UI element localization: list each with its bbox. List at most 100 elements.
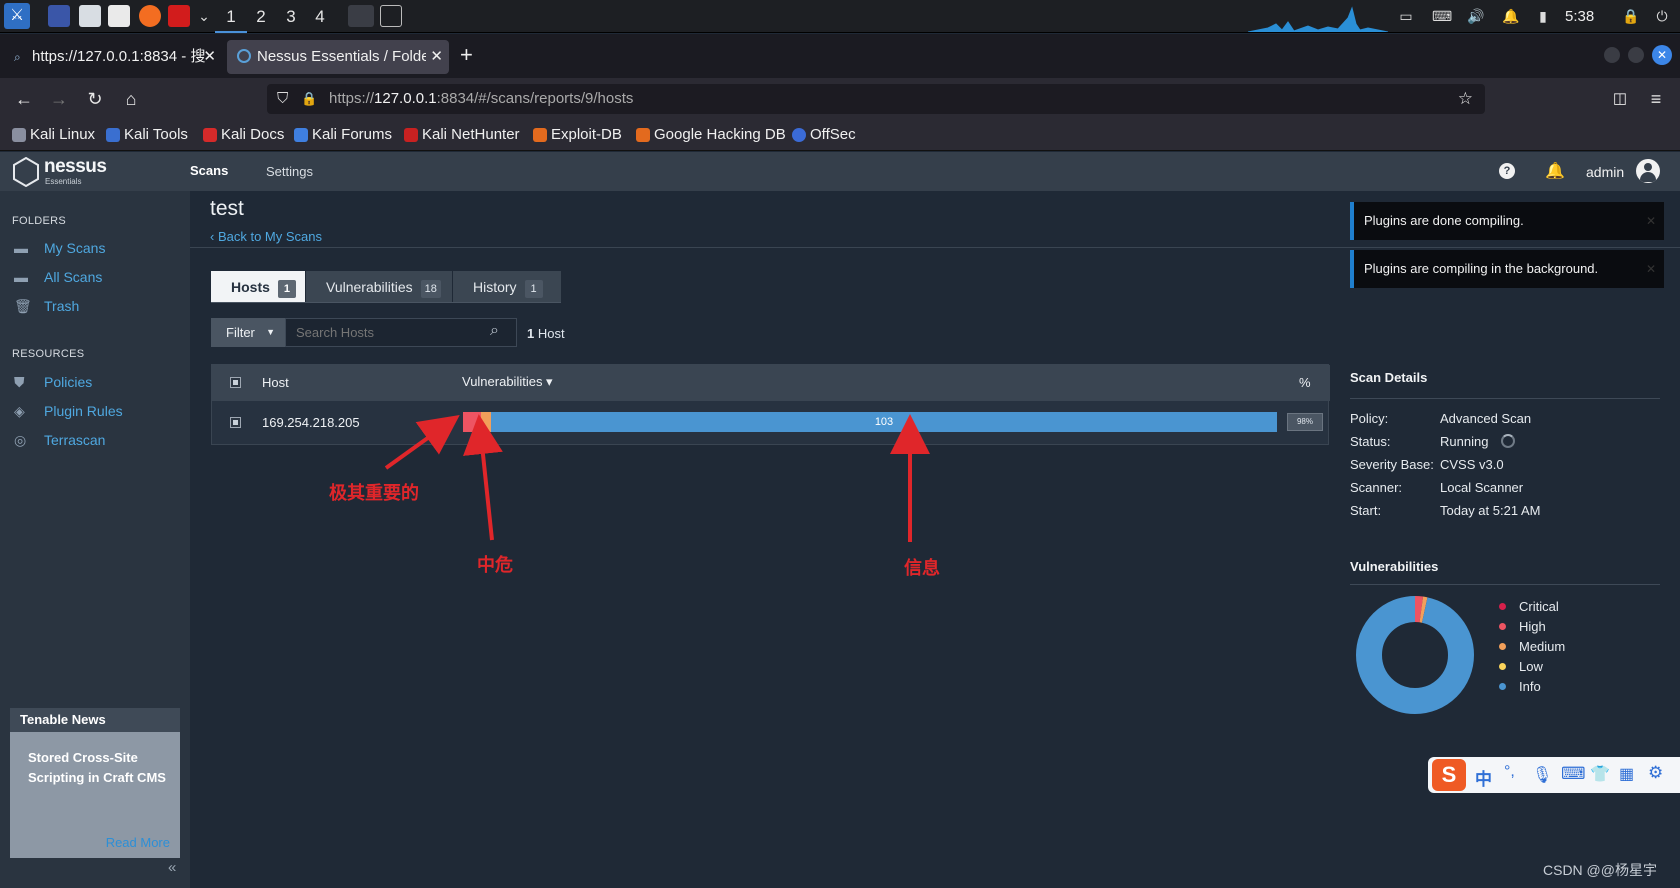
- filter-button[interactable]: Filter ▼: [211, 318, 285, 347]
- skin-icon[interactable]: 👕: [1590, 764, 1610, 784]
- menu-icon[interactable]: ≡: [1644, 87, 1668, 111]
- minimize-button[interactable]: [1604, 47, 1620, 63]
- pocket-icon[interactable]: ◫: [1608, 87, 1632, 111]
- collapse-sidebar-icon[interactable]: «: [168, 859, 176, 876]
- battery-icon[interactable]: ▮: [1535, 8, 1551, 24]
- ime-lang-toggle[interactable]: 中: [1475, 765, 1492, 790]
- browser-tab-1[interactable]: ⌕ https://127.0.0.1:8834 - 搜 ✕: [4, 40, 222, 74]
- tab-hosts[interactable]: Hosts 1: [211, 271, 305, 303]
- bookmark-kali-linux[interactable]: Kali Linux: [12, 125, 95, 145]
- tab-history[interactable]: History 1: [453, 271, 561, 303]
- user-avatar-icon[interactable]: [1636, 159, 1660, 183]
- lock-icon[interactable]: 🔒: [1622, 8, 1639, 24]
- workspace-2[interactable]: 2: [245, 0, 277, 33]
- search-icon: ⌕: [14, 50, 21, 64]
- detail-severity-base-value: CVSS v3.0: [1440, 457, 1504, 472]
- col-host-header[interactable]: Host: [262, 375, 289, 390]
- bell-icon[interactable]: 🔔: [1502, 8, 1519, 24]
- select-all-checkbox[interactable]: [230, 377, 241, 388]
- nav-settings[interactable]: Settings: [266, 164, 313, 179]
- bookmark-google-hacking-db[interactable]: Google Hacking DB: [636, 125, 786, 145]
- browser-tab-2[interactable]: Nessus Essentials / Folde ✕: [227, 40, 449, 74]
- bookmark-exploit-db[interactable]: Exploit-DB: [533, 125, 622, 145]
- vulnerabilities-title: Vulnerabilities: [1350, 559, 1439, 574]
- text-editor-icon[interactable]: [108, 5, 130, 27]
- sidebar-item-trash[interactable]: 🗑 Trash: [14, 297, 79, 315]
- home-icon[interactable]: ⌂: [119, 87, 143, 111]
- notifications-bell-icon[interactable]: 🔔: [1545, 161, 1565, 181]
- bookmark-offsec[interactable]: OffSec: [792, 125, 856, 145]
- toolbox-icon[interactable]: ▦: [1619, 764, 1634, 784]
- nethunter-icon: [404, 128, 418, 142]
- close-icon[interactable]: ✕: [203, 40, 216, 74]
- kali-menu-icon[interactable]: ⚔: [4, 3, 30, 29]
- firefox-icon[interactable]: [139, 5, 161, 27]
- firefox-window-icon[interactable]: [348, 5, 374, 27]
- bookmark-kali-nethunter[interactable]: Kali NetHunter: [404, 125, 520, 145]
- sidebar-item-policies[interactable]: ⛊ Policies: [14, 373, 92, 391]
- history-count-badge: 1: [524, 280, 543, 298]
- row-checkbox[interactable]: [230, 417, 241, 428]
- tenable-news-panel: Tenable News Stored Cross-Site Scripting…: [10, 708, 180, 858]
- url-bar[interactable]: ⛉ 🔒 https://127.0.0.1:8834/#/scans/repor…: [267, 84, 1485, 114]
- workspace-3[interactable]: 3: [275, 0, 307, 33]
- reload-icon[interactable]: ↻: [83, 87, 107, 111]
- help-icon[interactable]: ?: [1499, 163, 1515, 179]
- keyboard-icon[interactable]: ⌨: [1432, 8, 1452, 24]
- screen-icon[interactable]: ▭: [1398, 8, 1414, 24]
- percent-badge: 98%: [1287, 413, 1323, 431]
- detail-start-value: Today at 5:21 AM: [1440, 503, 1541, 518]
- sidebar-item-all-scans[interactable]: ▬ All Scans: [14, 268, 102, 286]
- sidebar-item-my-scans[interactable]: ▬ My Scans: [14, 239, 105, 257]
- bookmark-kali-docs[interactable]: Kali Docs: [203, 125, 284, 145]
- desktop-icon[interactable]: [48, 5, 70, 27]
- file-manager-icon[interactable]: [79, 5, 101, 27]
- logout-icon[interactable]: ⏻: [1654, 8, 1670, 24]
- volume-icon[interactable]: 🔊: [1467, 8, 1484, 24]
- workspace-4[interactable]: 4: [304, 0, 336, 33]
- annotation-critical-label: 极其重要的: [329, 483, 419, 503]
- col-vulnerabilities-header[interactable]: Vulnerabilities ▾: [462, 374, 553, 390]
- host-ip[interactable]: 169.254.218.205: [262, 415, 360, 430]
- workspace-1[interactable]: 1: [215, 0, 247, 33]
- keyboard-icon[interactable]: ⌨: [1561, 764, 1586, 784]
- terminal-flag-icon[interactable]: [168, 5, 190, 27]
- toast-plugins-compiling[interactable]: Plugins are compiling in the background.…: [1350, 250, 1664, 288]
- sidebar-item-plugin-rules[interactable]: ◈ Plugin Rules: [14, 402, 123, 420]
- maximize-button[interactable]: [1628, 47, 1644, 63]
- donut-slice-info[interactable]: [1356, 596, 1474, 714]
- bookmark-kali-forums[interactable]: Kali Forums: [294, 125, 392, 145]
- sidebar-item-terrascan[interactable]: ◎ Terrascan: [14, 431, 105, 449]
- ime-punct-toggle[interactable]: °,: [1504, 763, 1515, 781]
- bookmark-kali-tools[interactable]: Kali Tools: [106, 125, 188, 145]
- nessus-logo-icon[interactable]: [12, 157, 40, 187]
- forward-arrow-icon[interactable]: →: [47, 87, 71, 111]
- back-link[interactable]: ‹ Back to My Scans: [210, 229, 322, 244]
- nav-scans[interactable]: Scans: [190, 163, 228, 178]
- folder-icon: ▬: [14, 269, 28, 285]
- chevron-down-icon[interactable]: ⌄: [196, 8, 212, 24]
- terminal-window-icon[interactable]: [380, 5, 402, 27]
- vulnerabilities-donut-chart[interactable]: [1355, 595, 1475, 715]
- close-window-button[interactable]: ✕: [1652, 45, 1672, 65]
- user-name[interactable]: admin: [1586, 164, 1624, 180]
- back-arrow-icon[interactable]: ←: [12, 87, 36, 111]
- close-icon[interactable]: ✕: [426, 40, 443, 74]
- search-hosts-input[interactable]: [285, 318, 517, 347]
- news-read-more[interactable]: Read More: [106, 835, 170, 850]
- settings-gear-icon[interactable]: ⚙: [1648, 763, 1663, 783]
- search-icon[interactable]: ⌕: [490, 322, 499, 340]
- close-icon[interactable]: ✕: [1646, 250, 1656, 288]
- toast-plugins-done[interactable]: Plugins are done compiling. ✕: [1350, 202, 1664, 240]
- vulns-count-badge: 18: [420, 280, 441, 298]
- tab-vulnerabilities[interactable]: Vulnerabilities 18: [306, 271, 452, 303]
- close-icon[interactable]: ✕: [1646, 202, 1656, 240]
- news-headline[interactable]: Stored Cross-Site Scripting in Craft CMS: [28, 748, 168, 788]
- microphone-icon[interactable]: 🎙: [1532, 765, 1552, 785]
- sogou-logo-icon[interactable]: S: [1432, 759, 1466, 791]
- col-percent-header[interactable]: %: [1299, 375, 1311, 390]
- bookmark-star-icon[interactable]: ☆: [1458, 84, 1473, 114]
- new-tab-button[interactable]: +: [460, 42, 473, 68]
- arrow-medium: [463, 414, 503, 541]
- detail-scanner-label: Scanner:: [1350, 480, 1403, 495]
